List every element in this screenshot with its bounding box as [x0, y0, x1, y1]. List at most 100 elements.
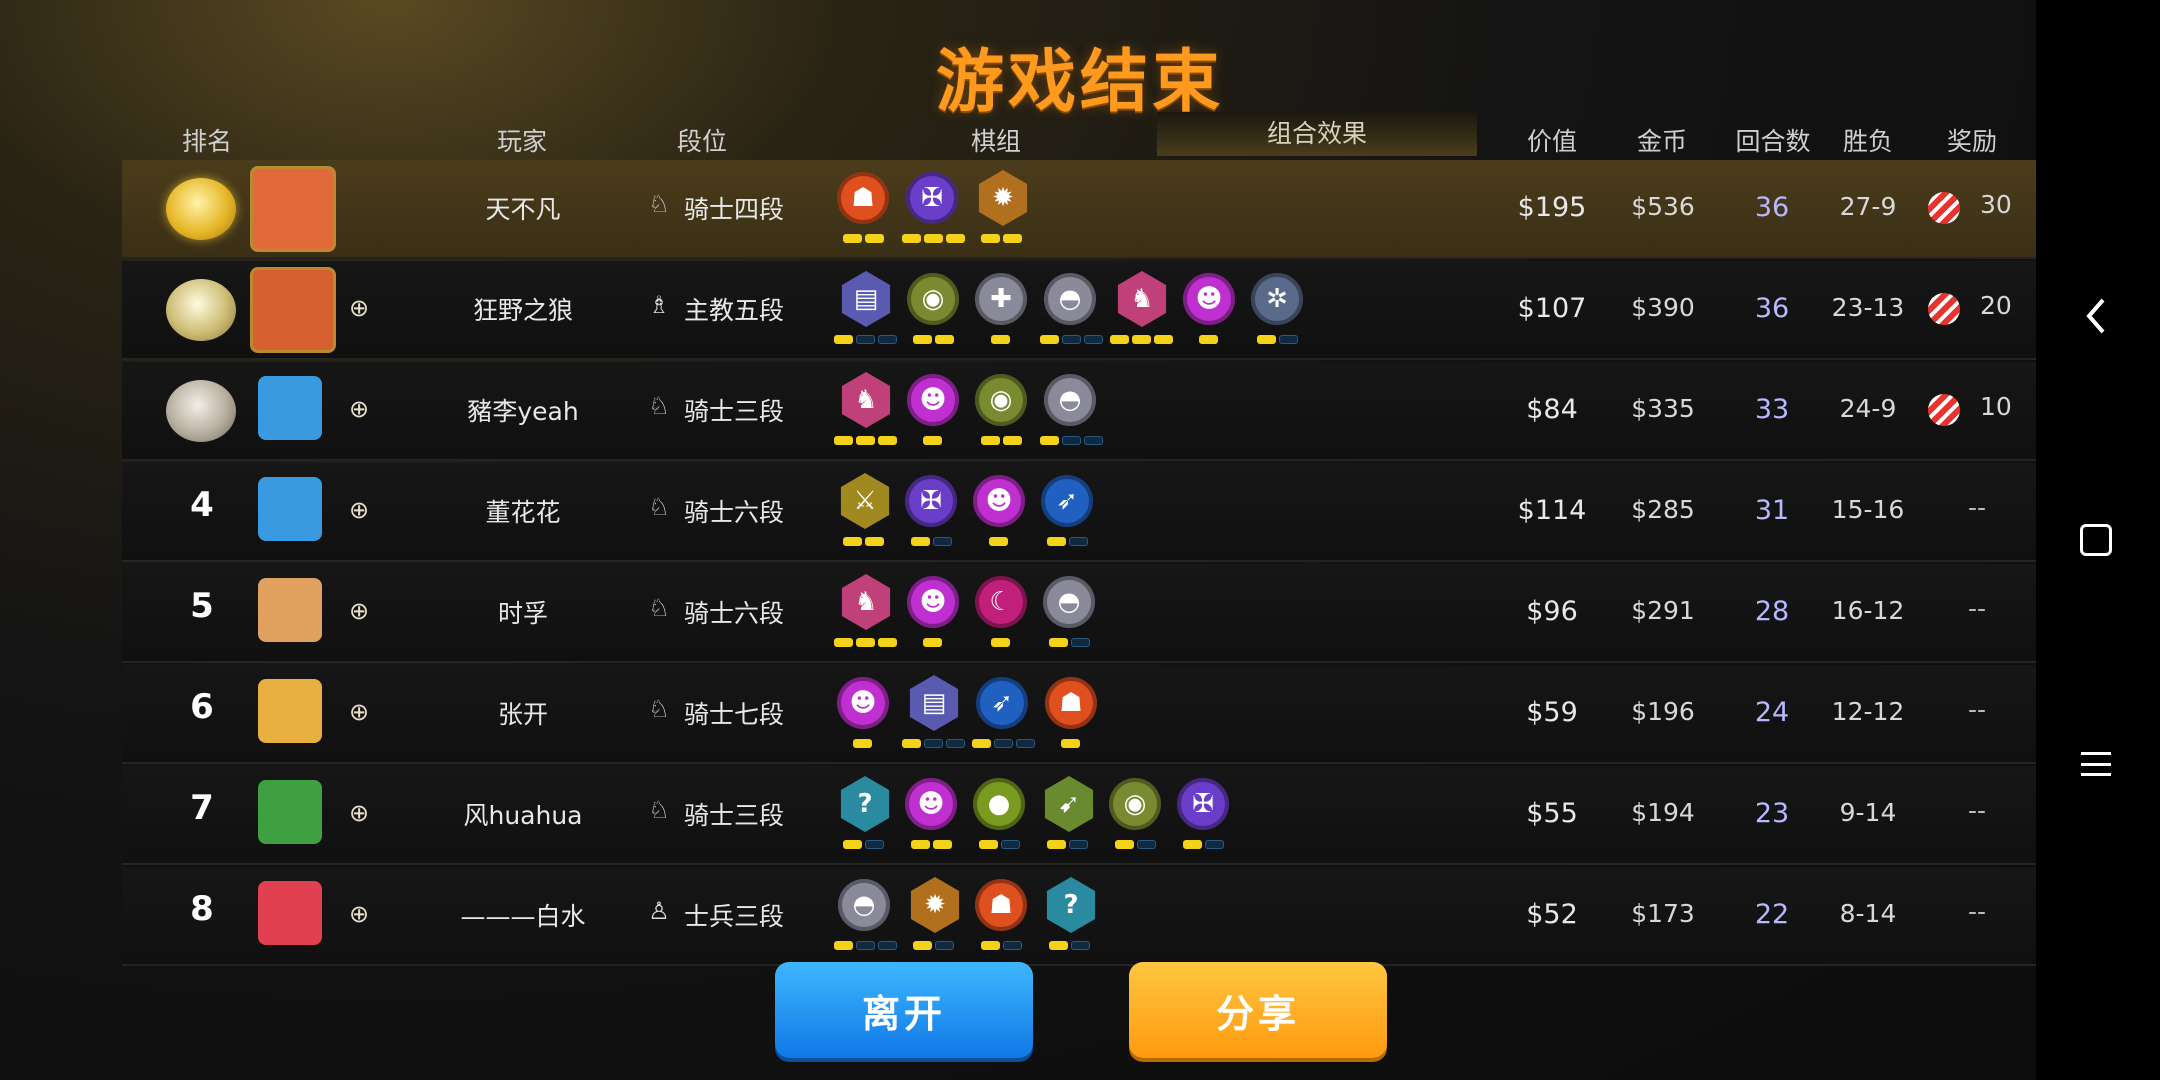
rounds: 36 — [1754, 293, 1790, 324]
combo-tablet[interactable]: ▤ — [902, 675, 966, 755]
combo-helmet[interactable]: ◓ — [1040, 372, 1104, 452]
level-pip — [1062, 335, 1081, 344]
combo-imp[interactable]: ☻ — [970, 473, 1032, 553]
combo-fish[interactable]: ✠ — [1174, 776, 1236, 856]
add-friend-icon[interactable]: ⊕ — [344, 798, 374, 828]
combo-knight[interactable]: ♞ — [1110, 271, 1174, 351]
tier-knight-icon: ♘ — [648, 392, 670, 420]
add-friend-icon[interactable]: ⊕ — [344, 293, 374, 323]
level-pip — [1003, 436, 1022, 445]
rounds: 24 — [1754, 697, 1790, 728]
table-row[interactable]: 6 ⊕ 张开 ♘ 骑士七段 ☻ ▤ ➶ ☗ $59 $196 24 12-12 -- — [122, 665, 2036, 764]
rounds: 31 — [1754, 495, 1790, 526]
gear-icon: ✹ — [910, 877, 960, 933]
combo-goblin[interactable]: ◉ — [972, 372, 1034, 452]
gold: $390 — [1631, 293, 1695, 322]
value: $107 — [1517, 293, 1587, 324]
combo-imp[interactable]: ☻ — [834, 675, 896, 755]
combo-imp[interactable]: ☻ — [902, 776, 964, 856]
combo-demon[interactable]: ☗ — [834, 170, 896, 250]
combo-level — [911, 537, 952, 546]
level-pip — [843, 234, 862, 243]
combo-bow[interactable]: ➹ — [1038, 776, 1100, 856]
goblin-icon: ◉ — [1109, 778, 1161, 830]
combo-question[interactable]: ? — [1040, 877, 1102, 957]
combo-troll[interactable]: ✲ — [1248, 271, 1310, 351]
table-row[interactable]: ⊕ 豬李yeah ♘ 骑士三段 ♞ ☻ ◉ ◓ $84 $335 33 24-9 10 — [122, 362, 2036, 461]
combo-helmet[interactable]: ◓ — [1040, 574, 1102, 654]
combo-imp[interactable]: ☻ — [904, 574, 966, 654]
combo-imp[interactable]: ☻ — [904, 372, 966, 452]
combo-tablet[interactable]: ▤ — [834, 271, 898, 351]
combo-imp[interactable]: ☻ — [1180, 271, 1242, 351]
menu-icon[interactable] — [2072, 740, 2120, 788]
combo-demon[interactable]: ☗ — [1042, 675, 1104, 755]
combo-gear[interactable]: ✹ — [904, 877, 966, 957]
level-pip — [1084, 335, 1103, 344]
combo-helmet[interactable]: ◓ — [1040, 271, 1104, 351]
table-row[interactable]: 8 ⊕ ———白水 ♙ 士兵三段 ◓ ✹ ☗? $52 $173 22 8-14 -- — [122, 867, 2036, 966]
level-pip — [1279, 335, 1298, 344]
level-pip — [1115, 840, 1134, 849]
combo-cross[interactable]: ✚ — [972, 271, 1034, 351]
level-pip — [935, 335, 954, 344]
table-row[interactable]: ⊕ 狂野之狼 ♗ 主教五段 ▤ ◉ ✚ ◓ ♞ ☻ ✲ $107 $390 36 23-13 20 — [122, 261, 2036, 360]
value: $52 — [1526, 899, 1578, 930]
table-row[interactable]: 7 ⊕ 风huahua ♘ 骑士三段? ☻ ● ➹ ◉ ✠ $55 $194 23 9-14 -- — [122, 766, 2036, 865]
tier-label: 骑士六段 — [684, 599, 785, 628]
reward: 20 — [1922, 291, 2032, 327]
leave-button[interactable]: 离开 — [775, 962, 1033, 1058]
add-friend-icon[interactable]: ⊕ — [344, 697, 374, 727]
table-row[interactable]: 天不凡 ♘ 骑士四段 ☗ ✠ ✹ $195 $536 36 27-9 30 — [122, 160, 2036, 259]
tab-combo[interactable]: 组合效果 — [1157, 112, 1477, 156]
back-icon[interactable] — [2072, 292, 2120, 340]
rank-medal-icon — [166, 279, 236, 341]
avatar[interactable] — [250, 166, 336, 252]
avatar[interactable] — [258, 578, 322, 642]
table-row[interactable]: 5 ⊕ 时孚 ♘ 骑士六段 ♞ ☻ ☾ ◓ $96 $291 28 16-12 -- — [122, 564, 2036, 663]
tier-bishop-icon: ♗ — [648, 291, 670, 319]
home-icon[interactable] — [2072, 516, 2120, 564]
table-header: 排名 玩家 段位 棋组 组合效果 价值 金币 回合数 胜负 奖励 — [122, 112, 2036, 158]
tab-pieces[interactable]: 棋组 — [936, 122, 1056, 158]
player-name: 狂野之狼 — [472, 296, 573, 325]
share-button[interactable]: 分享 — [1129, 962, 1387, 1058]
combo-level — [1040, 335, 1103, 344]
level-pip — [981, 234, 1000, 243]
combo-level — [834, 335, 897, 344]
combo-swords[interactable]: ⚔ — [834, 473, 896, 553]
demon-icon: ☗ — [1045, 677, 1097, 729]
combo-helmet[interactable]: ◓ — [834, 877, 898, 957]
add-friend-icon[interactable]: ⊕ — [344, 596, 374, 626]
avatar[interactable] — [258, 477, 322, 541]
combo-knight[interactable]: ♞ — [834, 372, 898, 452]
combo-claw[interactable]: ☾ — [972, 574, 1034, 654]
combo-knight[interactable]: ♞ — [834, 574, 898, 654]
combo-gear[interactable]: ✹ — [972, 170, 1034, 250]
combo-goblin[interactable]: ◉ — [1106, 776, 1168, 856]
combo-fish[interactable]: ✠ — [902, 170, 966, 250]
avatar[interactable] — [250, 267, 336, 353]
add-friend-icon[interactable]: ⊕ — [344, 495, 374, 525]
combo-feather[interactable]: ➶ — [1038, 473, 1100, 553]
combo-question[interactable]: ? — [834, 776, 896, 856]
value: $55 — [1526, 798, 1578, 829]
level-pip — [911, 537, 930, 546]
combo-feather[interactable]: ➶ — [972, 675, 1036, 755]
avatar[interactable] — [258, 881, 322, 945]
combo-fish[interactable]: ✠ — [902, 473, 964, 553]
value: $195 — [1517, 192, 1587, 223]
avatar[interactable] — [258, 780, 322, 844]
avatar[interactable] — [258, 679, 322, 743]
level-pip — [1205, 840, 1224, 849]
combo-goblin[interactable]: ◉ — [904, 271, 966, 351]
level-pip — [878, 436, 897, 445]
combo-level — [923, 436, 942, 445]
add-friend-icon[interactable]: ⊕ — [344, 394, 374, 424]
avatar[interactable] — [258, 376, 322, 440]
combo-lump[interactable]: ● — [970, 776, 1032, 856]
combo-demon[interactable]: ☗ — [972, 877, 1034, 957]
add-friend-icon[interactable]: ⊕ — [344, 899, 374, 929]
tablet-icon: ▤ — [841, 271, 891, 327]
table-row[interactable]: 4 ⊕ 董花花 ♘ 骑士六段 ⚔ ✠ ☻ ➶ $114 $285 31 15-16 -- — [122, 463, 2036, 562]
